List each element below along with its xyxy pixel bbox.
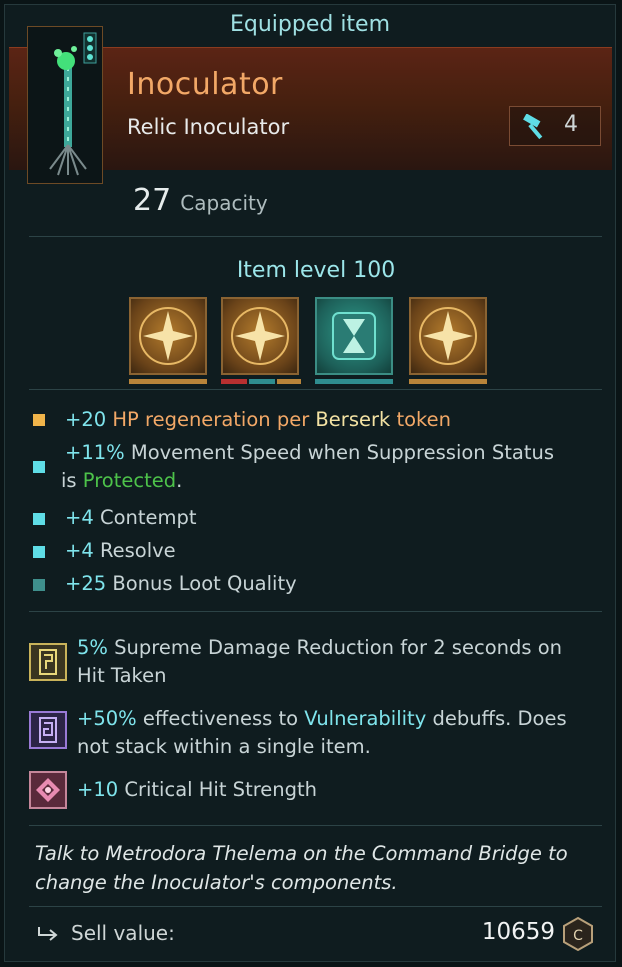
sell-value: 10659 [481, 919, 555, 945]
crit-diamond-icon [29, 771, 67, 809]
hourglass-icon [332, 312, 376, 360]
divider [29, 825, 602, 826]
sell-label: Sell value: [71, 921, 175, 945]
mod-line: +20 HP regeneration per Berserk token [65, 408, 452, 431]
mod-line: +25 Bonus Loot Quality [65, 572, 297, 595]
mod-line: +11% Movement Speed when Suppression Sta… [65, 441, 555, 464]
slot-bar [409, 379, 487, 384]
slot-bar [129, 379, 207, 384]
tier-value: 4 [564, 112, 578, 137]
mod-bullet-icon [33, 579, 45, 591]
capacity-label: Capacity [180, 191, 268, 215]
hammer-icon [520, 113, 550, 144]
credits-icon: C [561, 916, 595, 956]
component-slot-3[interactable] [315, 297, 393, 375]
mod-bullet-icon [33, 414, 45, 426]
perk-line: Hit Taken [77, 664, 167, 687]
perk-line: +10 Critical Hit Strength [77, 778, 318, 801]
slot-bar [315, 379, 393, 384]
tablet-purple-icon [29, 711, 67, 749]
perk-line: not stack within a single item. [77, 735, 371, 758]
tablet-yellow-icon [29, 643, 67, 681]
mod-bullet-icon [33, 546, 45, 558]
slot-bar [249, 379, 275, 384]
hint-text: Talk to Metrodora Thelema on the Command… [35, 842, 568, 894]
inoculator-item-image [27, 26, 103, 184]
divider [29, 906, 602, 907]
star-compass-icon [231, 307, 289, 365]
item-type: Relic Inoculator [127, 115, 290, 139]
tier-badge: 4 [509, 106, 601, 146]
capacity-value: 27 [133, 183, 172, 218]
star-compass-icon [139, 307, 197, 365]
divider [29, 611, 602, 612]
svg-text:C: C [573, 928, 583, 944]
divider [29, 236, 602, 237]
slot-bar [277, 379, 301, 384]
component-slot-4[interactable] [409, 297, 487, 375]
star-compass-icon [419, 307, 477, 365]
perk-line: 5% Supreme Damage Reduction for 2 second… [77, 636, 563, 659]
component-slot-1[interactable] [129, 297, 207, 375]
divider [29, 389, 602, 390]
mod-line: +4 Contempt [65, 506, 197, 529]
mod-bullet-icon [33, 513, 45, 525]
perk-line: +50% effectiveness to Vulnerability debu… [77, 707, 567, 730]
item-level: Item level 100 [236, 258, 396, 283]
mod-line: is Protected. [61, 469, 183, 492]
item-tooltip: Equipped item Inoculator Relic Inoculato… [4, 4, 616, 962]
capacity: 27 Capacity [133, 183, 268, 218]
mod-line: +4 Resolve [65, 539, 176, 562]
slot-bar [221, 379, 247, 384]
sell-row: Sell value: 10659 C [35, 916, 595, 952]
return-arrow-icon [35, 923, 61, 949]
component-slot-2[interactable] [221, 297, 299, 375]
mod-bullet-icon [33, 461, 45, 473]
item-name: Inoculator [127, 67, 283, 102]
